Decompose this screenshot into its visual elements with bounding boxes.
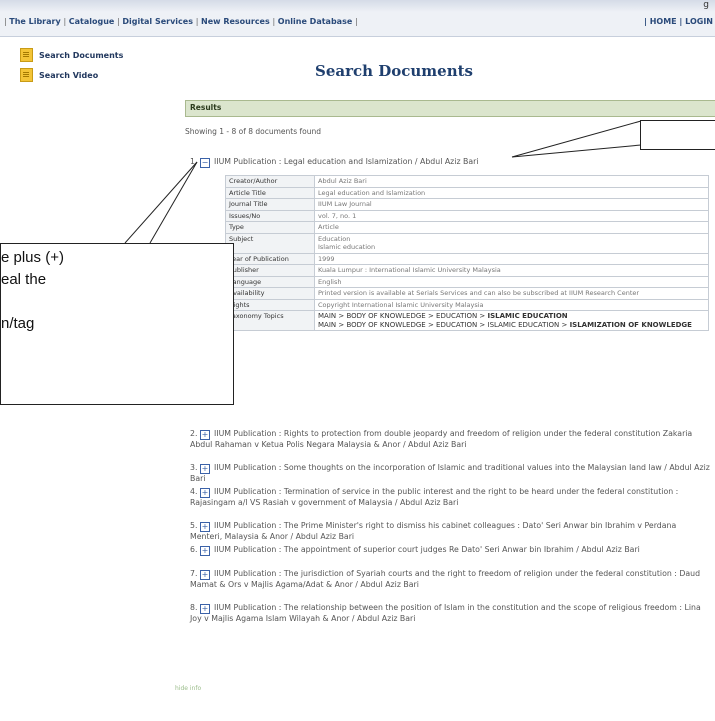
callout-box-left: e plus (+) eal the n/tag: [0, 243, 234, 405]
callout-box-right: [640, 120, 715, 150]
callout-line-2: eal the: [1, 271, 47, 288]
callout-line-1: e plus (+): [1, 249, 64, 266]
callout-line-4: n/tag: [1, 315, 35, 332]
